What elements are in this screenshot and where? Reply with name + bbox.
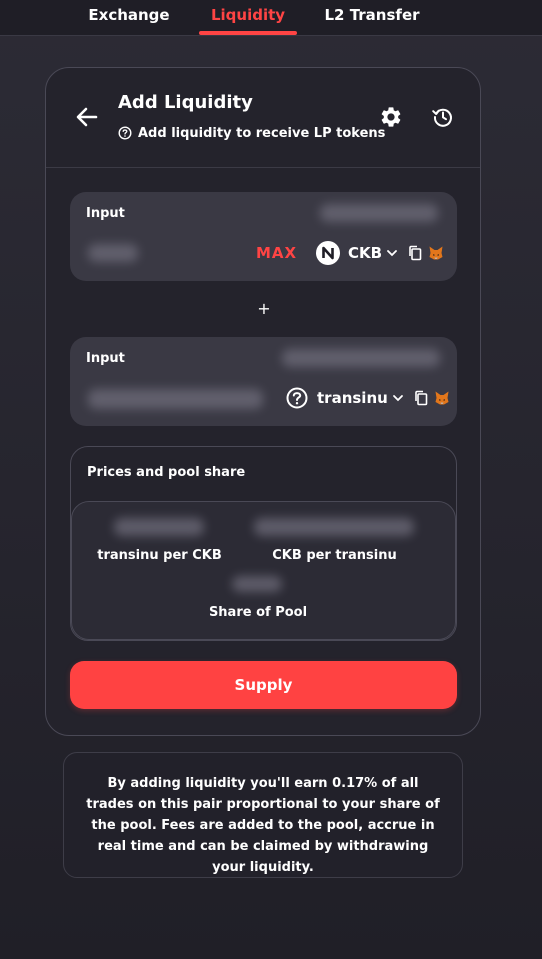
price-value-redacted (114, 518, 204, 536)
chevron-down-icon (392, 395, 403, 402)
active-tab-indicator (199, 31, 297, 35)
input-box-transinu[interactable]: Input transinu (70, 337, 457, 426)
card-divider (46, 167, 480, 168)
token-symbol: CKB (348, 244, 383, 262)
page-title: Add Liquidity (118, 92, 253, 113)
back-arrow-icon[interactable] (74, 104, 100, 130)
supply-button[interactable]: Supply (70, 661, 457, 709)
tab-exchange[interactable]: Exchange (84, 0, 174, 33)
gear-icon[interactable] (379, 105, 403, 129)
subtitle-row: Add liquidity to receive LP tokens (118, 124, 385, 142)
tab-liquidity[interactable]: Liquidity (199, 0, 297, 33)
tab-l2-transfer[interactable]: L2 Transfer (322, 0, 422, 33)
token-selector-transinu[interactable]: transinu (285, 385, 450, 411)
balance-redacted (320, 204, 438, 222)
input-box-ckb[interactable]: Input MAX CKB (70, 192, 457, 281)
share-value-redacted (232, 576, 282, 592)
top-navigation: Exchange Liquidity L2 Transfer (0, 0, 542, 36)
copy-icon[interactable] (414, 390, 428, 406)
prices-title: Prices and pool share (87, 465, 246, 480)
info-text: By adding liquidity you'll earn 0.17% of… (86, 776, 440, 875)
price-label-ckb-per-transinu: CKB per transinu (272, 548, 397, 563)
input-label: Input (86, 351, 125, 366)
amount-input[interactable] (88, 244, 138, 262)
chevron-down-icon (387, 250, 397, 257)
add-liquidity-card: Add Liquidity Add liquidity to receive L… (45, 67, 481, 736)
token-selector-ckb[interactable]: CKB (316, 240, 444, 266)
copy-icon[interactable] (408, 245, 422, 261)
liquidity-info-box: By adding liquidity you'll earn 0.17% of… (63, 752, 463, 878)
price-label-transinu-per-ckb: transinu per CKB (97, 548, 222, 563)
history-icon[interactable] (431, 105, 455, 129)
price-value-redacted (254, 518, 414, 536)
input-label: Input (86, 206, 125, 221)
page-subtitle: Add liquidity to receive LP tokens (138, 125, 386, 141)
help-circle-icon (118, 126, 132, 140)
ckb-logo-icon (316, 241, 340, 265)
metamask-fox-icon[interactable] (428, 245, 444, 261)
plus-sign: + (257, 299, 271, 318)
metamask-fox-icon[interactable] (434, 390, 450, 406)
token-symbol: transinu (317, 389, 388, 407)
share-of-pool-label: Share of Pool (208, 605, 308, 620)
prices-panel: transinu per CKB CKB per transinu Share … (71, 501, 456, 640)
prices-and-pool-share: Prices and pool share transinu per CKB C… (70, 446, 457, 641)
unknown-token-icon (286, 387, 308, 409)
balance-redacted (282, 349, 440, 367)
amount-input[interactable] (88, 389, 263, 409)
max-button[interactable]: MAX (256, 244, 297, 262)
